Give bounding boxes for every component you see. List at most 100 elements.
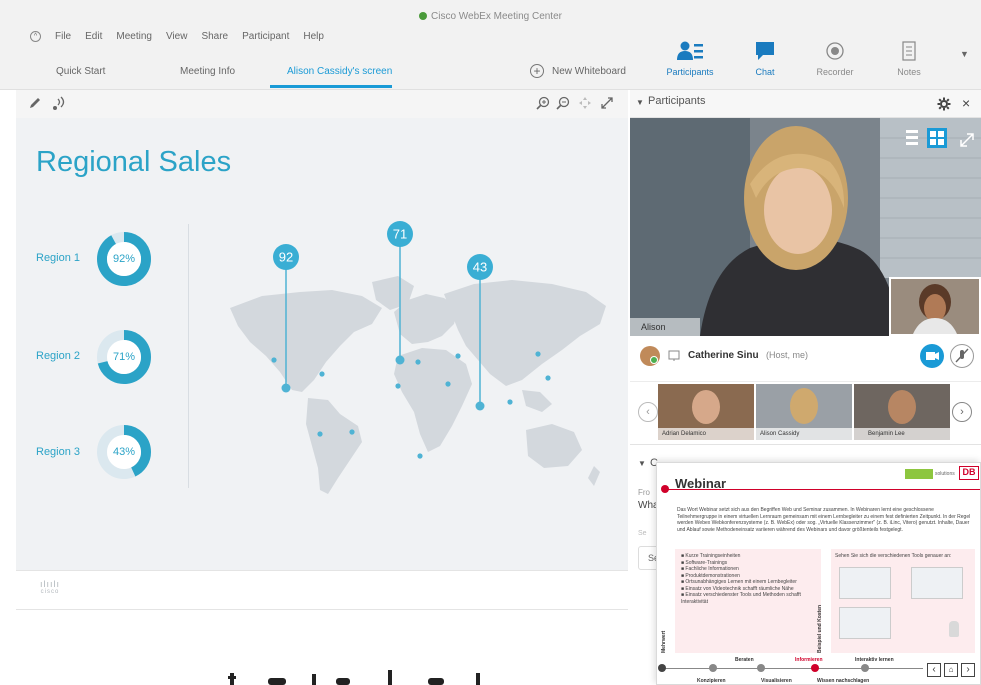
timeline-label[interactable]: Wissen nachschlagen (817, 678, 869, 684)
timeline-node (861, 664, 869, 672)
participant-face (790, 388, 818, 424)
zoom-in-icon[interactable] (536, 96, 550, 110)
menu-edit[interactable]: Edit (85, 31, 102, 42)
city-dot (317, 431, 323, 437)
world-map: 92 71 43 (230, 221, 606, 494)
tool-screenshot[interactable] (839, 607, 891, 639)
city-dot (507, 399, 513, 405)
cisco-bars-icon: ılıılı (39, 579, 60, 589)
next-page-icon[interactable]: › (961, 663, 975, 677)
timeline-node-active[interactable] (811, 664, 819, 672)
menu-meeting[interactable]: Meeting (116, 31, 152, 42)
logo-text: solutions (935, 471, 955, 477)
timeline-label-active[interactable]: Informieren (795, 657, 823, 663)
settings-gear-icon[interactable] (937, 97, 951, 111)
island-new-zealand (588, 466, 600, 486)
presenter-icon (668, 350, 680, 361)
menu-bar: ^ File Edit Meeting View Share Participa… (30, 31, 324, 42)
fullscreen-icon[interactable] (600, 96, 614, 110)
collapse-menu-icon[interactable]: ^ (30, 31, 41, 42)
prev-page-icon[interactable]: ‹ (927, 663, 941, 677)
menu-file[interactable]: File (55, 31, 71, 42)
timeline-node (658, 664, 666, 672)
thumbnail-name: Adrian Delamico (658, 428, 754, 440)
chevron-right-icon[interactable]: › (952, 402, 972, 422)
city-dot (415, 359, 421, 365)
presence-dot (650, 356, 658, 364)
background-text-fragment (228, 670, 480, 685)
panel-title: Participants (648, 95, 706, 107)
camera-icon (926, 352, 939, 360)
chevron-left-icon[interactable]: ‹ (638, 402, 658, 422)
mehrwert-label: Mehrwert (661, 630, 667, 653)
city-dot (535, 351, 541, 357)
collapse-caret-icon[interactable]: ▼ (636, 98, 644, 107)
grid-view-icon[interactable] (926, 128, 948, 150)
participant-thumbnail[interactable]: Alison Cassidy (756, 384, 852, 440)
laser-pointer-icon[interactable] (52, 95, 68, 111)
timeline-node (709, 664, 717, 672)
menu-share[interactable]: Share (201, 31, 228, 42)
city-dot (271, 357, 277, 363)
app-title: Cisco WebEx Meeting Center (0, 11, 981, 22)
timeline-label[interactable]: Visualisieren (761, 678, 792, 684)
timeline-label[interactable]: Beraten (735, 657, 754, 663)
tab-shared-screen[interactable]: Alison Cassidy's screen (287, 66, 392, 77)
avatar (640, 346, 660, 366)
zoom-out-icon[interactable] (556, 96, 570, 110)
city-dot (395, 383, 401, 389)
menu-participant[interactable]: Participant (242, 31, 289, 42)
timeline-node (757, 664, 765, 672)
pen-icon[interactable] (28, 96, 42, 110)
chat-collapse-caret-icon[interactable]: ▼ (638, 459, 646, 468)
db-logo: DB (959, 466, 979, 480)
chat-button[interactable]: Chat (730, 40, 800, 77)
region-donut: 71% (95, 328, 153, 386)
tool-screenshot[interactable] (911, 567, 963, 599)
menu-help[interactable]: Help (303, 31, 324, 42)
muted-microphone-icon (955, 348, 969, 363)
expand-video-icon[interactable] (958, 128, 976, 150)
timeline-line (661, 668, 923, 669)
chat-icon (756, 42, 774, 60)
recorder-button[interactable]: Recorder (800, 40, 870, 77)
tab-quick-start[interactable]: Quick Start (56, 66, 105, 77)
tools-box: Sehen Sie sich die verschiedenen Tools g… (831, 549, 975, 653)
host-participant-row[interactable]: Catherine Sinu (Host, me) (630, 336, 981, 382)
tools-heading: Sehen Sie sich die verschiedenen Tools g… (835, 553, 952, 559)
pin-base (281, 383, 291, 393)
webinar-document: solutions DB Webinar Das Wort Webinar se… (656, 462, 981, 685)
video-toggle-button[interactable] (920, 344, 944, 368)
tab-meeting-info[interactable]: Meeting Info (180, 66, 235, 77)
close-panel-icon[interactable]: × (962, 95, 970, 111)
home-icon[interactable]: ⌂ (944, 663, 958, 677)
timeline-label[interactable]: Interaktiv lernen (855, 657, 894, 663)
thumbnail-name: Alison Cassidy (756, 428, 852, 440)
donut-value: 43% (112, 446, 136, 458)
slide-divider (188, 224, 189, 488)
participant-thumbnails: ‹ Adrian Delamico Alison Cassidy Benjami… (630, 382, 981, 444)
list-view-icon[interactable] (903, 128, 927, 150)
participants-icon (677, 41, 703, 60)
participant-thumbnail[interactable]: Benjamin Lee (854, 384, 950, 440)
continent-north-america (230, 290, 382, 392)
region-label: Region 1 (36, 252, 81, 264)
mute-button[interactable] (950, 344, 974, 368)
benefit-item: ■ Einsatz verschiedenster Tools und Meth… (681, 592, 801, 605)
more-options-caret-icon[interactable]: ▼ (960, 49, 969, 59)
mehrwert-box: ■ Kurze Trainingseinheiten ■ Software-Tra… (675, 549, 821, 653)
new-whiteboard-button[interactable]: + New Whiteboard (530, 64, 626, 78)
slide-title: Regional Sales (36, 146, 232, 178)
cisco-logo: ılıılı cisco (30, 579, 70, 595)
notes-button[interactable]: Notes (874, 40, 944, 77)
tool-screenshot[interactable] (839, 567, 891, 599)
participants-button[interactable]: Participants (655, 40, 725, 77)
timeline-label[interactable]: Konzipieren (697, 678, 726, 684)
host-name: Catherine Sinu (688, 350, 759, 361)
participant-thumbnail[interactable]: Adrian Delamico (658, 384, 754, 440)
city-dot (545, 375, 551, 381)
pin-value: 43 (473, 260, 487, 275)
pan-icon[interactable] (578, 96, 592, 110)
chat-input[interactable]: Se (638, 530, 647, 537)
menu-view[interactable]: View (166, 31, 188, 42)
